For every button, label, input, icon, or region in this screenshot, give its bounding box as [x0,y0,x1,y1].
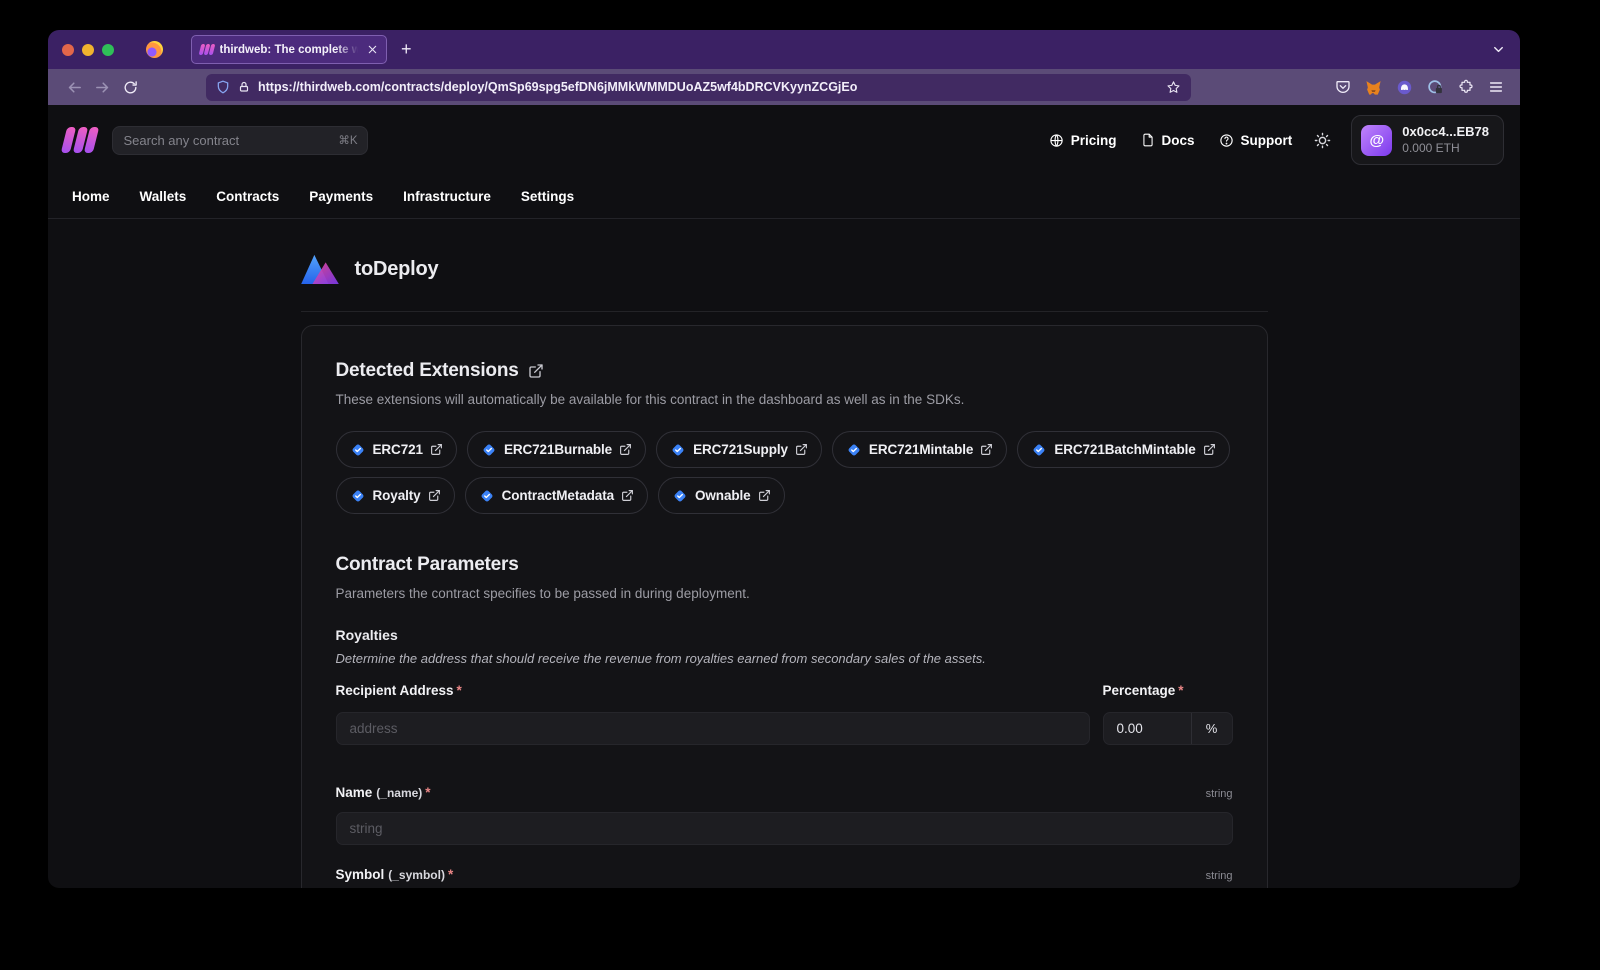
verified-diamond-icon [350,442,366,458]
extensions-heading: Detected Extensions [336,360,1233,382]
external-link-icon[interactable] [1203,443,1216,456]
nav-item[interactable]: Settings [521,189,574,204]
recipient-address-input[interactable] [336,712,1090,745]
wallet-balance: 0.000 ETH [1402,141,1489,156]
external-link-icon[interactable] [619,443,632,456]
pocket-icon[interactable] [1335,79,1351,95]
browser-tab[interactable]: thirdweb: The complete web3 d [191,35,387,64]
url-bar[interactable]: https://thirdweb.com/contracts/deploy/Qm… [206,74,1191,101]
shield-icon[interactable] [216,80,230,94]
firefox-icon [146,41,163,58]
extension-badge[interactable]: ERC721Mintable [832,431,1007,468]
external-link-icon[interactable] [528,363,544,379]
docs-link[interactable]: Docs [1141,133,1195,148]
reload-icon[interactable] [116,73,144,101]
extension-badge[interactable]: ERC721Burnable [467,431,646,468]
window-controls [62,44,114,56]
royalties-description: Determine the address that should receiv… [336,651,1233,666]
royalties-label: Royalties [336,627,1233,643]
verified-diamond-icon [670,442,686,458]
browser-window: thirdweb: The complete web3 d + h [48,30,1520,888]
browser-toolbar: https://thirdweb.com/contracts/deploy/Qm… [48,69,1520,105]
page-title: toDeploy [355,258,439,281]
tab-list-chevron-icon[interactable] [1491,42,1506,57]
contract-search: ⌘K [112,126,368,155]
extension-badge[interactable]: ERC721 [336,431,457,468]
parameters-description: Parameters the contract specifies to be … [336,586,1233,601]
verified-diamond-icon [481,442,497,458]
percentage-label: Percentage* [1103,683,1184,698]
main-nav: Home Wallets Contracts Payments Infrastructu… [48,175,1520,219]
phantom-icon[interactable] [1396,79,1413,96]
tab-close-icon[interactable] [367,44,378,55]
bookmark-star-icon[interactable] [1166,80,1181,95]
nav-item[interactable]: Payments [309,189,373,204]
support-link[interactable]: Support [1219,133,1293,148]
thirdweb-logo[interactable] [64,127,96,153]
maximize-window-button[interactable] [102,44,114,56]
percent-suffix: % [1191,713,1232,744]
app-header: ⌘K Pricing Docs [48,105,1520,175]
search-input[interactable] [112,126,368,155]
deploy-card: Detected Extensions These extensions wil… [301,325,1268,888]
menu-hamburger-icon[interactable] [1488,79,1504,95]
tab-title: thirdweb: The complete web3 d [220,44,362,56]
title-divider [301,311,1268,312]
search-shortcut: ⌘K [338,133,357,147]
close-window-button[interactable] [62,44,74,56]
question-circle-icon [1219,133,1234,148]
verified-diamond-icon [1031,442,1047,458]
name-field-type: string [1206,788,1233,800]
extension-badge[interactable]: ERC721BatchMintable [1017,431,1229,468]
new-tab-button[interactable]: + [401,39,412,60]
verified-diamond-icon [846,442,862,458]
extension-badge[interactable]: Royalty [336,477,455,514]
wallet-address: 0x0cc4...EB78 [1402,124,1489,140]
nav-item[interactable]: Home [72,189,110,204]
back-icon[interactable] [60,73,88,101]
recipient-address-label: Recipient Address* [336,683,462,698]
name-input[interactable] [336,812,1233,845]
percentage-input[interactable] [1104,713,1191,744]
privacy-extension-icon[interactable] [1427,79,1444,96]
parameters-heading: Contract Parameters [336,554,1233,576]
symbol-field-label: Symbol(_symbol)* [336,867,454,882]
extension-badge[interactable]: Ownable [658,477,785,514]
minimize-window-button[interactable] [82,44,94,56]
document-icon [1141,133,1155,147]
extension-badge[interactable]: ERC721Supply [656,431,822,468]
symbol-field-type: string [1206,870,1233,882]
nav-item[interactable]: Wallets [140,189,187,204]
pricing-link[interactable]: Pricing [1049,133,1117,148]
page-content: ⌘K Pricing Docs [48,105,1520,888]
forward-icon[interactable] [88,73,116,101]
external-link-icon[interactable] [621,489,634,502]
verified-diamond-icon [672,488,688,504]
name-field-label: Name(_name)* [336,785,431,800]
external-link-icon[interactable] [758,489,771,502]
verified-diamond-icon [479,488,495,504]
theme-toggle-sun-icon[interactable] [1314,132,1331,149]
external-link-icon[interactable] [980,443,993,456]
metamask-icon[interactable] [1365,79,1382,96]
external-link-icon[interactable] [430,443,443,456]
external-link-icon[interactable] [428,489,441,502]
extension-badge[interactable]: ContractMetadata [465,477,648,514]
verified-diamond-icon [350,488,366,504]
extension-badges: ERC721 ERC721Burnable [336,431,1233,514]
external-link-icon[interactable] [795,443,808,456]
globe-icon [1049,133,1064,148]
extensions-puzzle-icon[interactable] [1458,79,1474,95]
lock-icon[interactable] [238,81,250,93]
extensions-description: These extensions will automatically be a… [336,392,1233,407]
nav-item[interactable]: Infrastructure [403,189,491,204]
wallet-avatar: @ [1361,125,1392,156]
wallet-chip[interactable]: @ 0x0cc4...EB78 0.000 ETH [1351,115,1504,165]
contract-mountain-icon [301,253,339,285]
thirdweb-favicon [200,44,214,55]
nav-item[interactable]: Contracts [216,189,279,204]
url-text: https://thirdweb.com/contracts/deploy/Qm… [258,80,857,94]
tab-strip: thirdweb: The complete web3 d + [48,30,1520,69]
